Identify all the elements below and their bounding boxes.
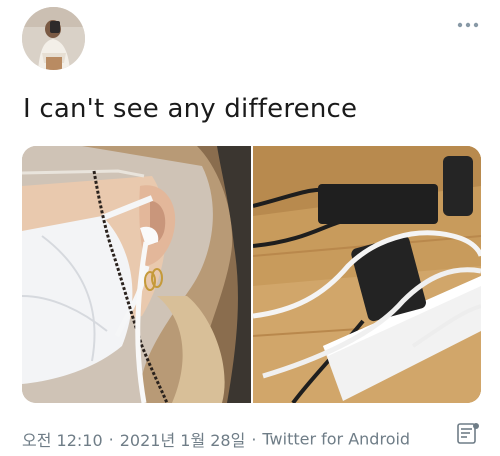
tweet-photo-right[interactable] <box>253 146 481 403</box>
tweet-source-link[interactable]: Twitter for Android <box>262 430 410 449</box>
photo-power-strip <box>253 146 481 403</box>
avatar[interactable] <box>22 7 85 70</box>
tweet-photo-left[interactable] <box>22 146 251 403</box>
tweet-time: 오전 12:10 <box>22 431 103 450</box>
tweet-date: 2021년 1월 28일 <box>119 431 246 450</box>
tweet-text: I can't see any difference <box>23 94 358 124</box>
more-horizontal-icon <box>457 22 479 28</box>
avatar-image <box>22 7 85 70</box>
tweet-analytics-icon <box>457 423 479 444</box>
view-analytics-button[interactable] <box>456 422 482 446</box>
more-options-button[interactable] <box>455 15 481 28</box>
separator-dot: · <box>251 429 257 449</box>
photo-woman-mask <box>22 146 251 403</box>
tweet-metadata: 오전 12:10 · 2021년 1월 28일 · Twitter for Androi… <box>22 427 410 451</box>
separator-dot: · <box>108 429 114 449</box>
